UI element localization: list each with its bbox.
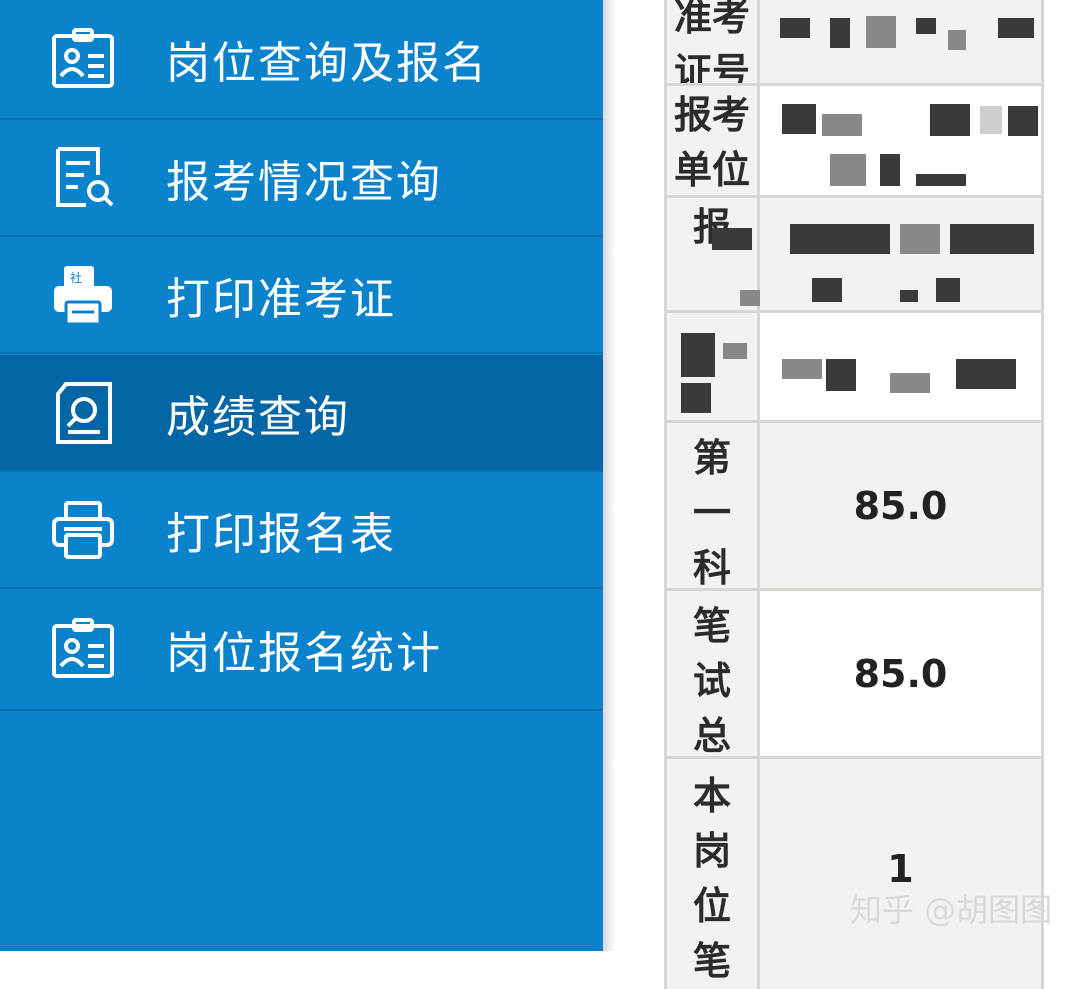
- row-value-redacted: [760, 86, 1044, 195]
- row-label: 第一科目成绩: [664, 423, 760, 588]
- id-badge-icon: [52, 618, 114, 678]
- sidebar-item-position-statistics[interactable]: 岗位报名统计: [0, 589, 603, 711]
- row-value: 85.0: [760, 423, 1044, 588]
- sidebar-item-print-application-form[interactable]: 打印报名表: [0, 472, 603, 589]
- table-row: 第一科目成绩 85.0: [664, 423, 1044, 591]
- table-row: 报: [664, 198, 1044, 313]
- table-row: 笔试总成绩 85.0: [664, 591, 1044, 759]
- sidebar-item-application-status[interactable]: 报考情况查询: [0, 120, 603, 237]
- sidebar-item-label: 岗位查询及报名: [166, 38, 488, 89]
- score-document-icon: [56, 381, 112, 444]
- row-value: 1: [760, 759, 1044, 989]
- sidebar-item-label: 成绩查询: [166, 391, 350, 443]
- sidebar-item-print-admission-ticket[interactable]: 社 打印准考证: [0, 237, 603, 354]
- sidebar: 岗位查询及报名 报考情况查询 社 打印准考证 成绩查询 打印报名表 岗位报名统计: [0, 0, 603, 951]
- table-row: 报考单位: [664, 86, 1044, 198]
- row-label: [664, 313, 760, 420]
- row-label: 本岗位笔试名次: [664, 759, 760, 989]
- row-value-redacted: [760, 313, 1044, 420]
- sidebar-item-position-query[interactable]: 岗位查询及报名: [0, 0, 603, 120]
- row-label: 报考单位: [664, 86, 760, 195]
- printer-icon: [52, 500, 114, 559]
- row-value-redacted: [712, 198, 1044, 310]
- score-table: 准考证号 报考单位 报 第一科 85.0 笔试总 85.0 本岗位笔 1: [664, 0, 1044, 989]
- sidebar-item-label: 报考情况查询: [166, 156, 442, 208]
- sidebar-item-label: 打印准考证: [166, 273, 396, 325]
- sidebar-item-label: 打印报名表: [166, 508, 396, 560]
- id-badge-icon: [52, 28, 114, 88]
- sidebar-item-label: 岗位报名统计: [166, 628, 442, 679]
- printer-ticket-icon: 社: [54, 265, 112, 325]
- row-value-redacted: [760, 0, 1044, 83]
- table-row: 准考证号: [664, 0, 1044, 86]
- svg-text:社: 社: [70, 270, 82, 285]
- sidebar-item-score-query[interactable]: 成绩查询: [0, 355, 603, 472]
- row-value: 85.0: [760, 591, 1044, 756]
- row-label: 笔试总成绩: [664, 591, 760, 756]
- table-row: 本岗位笔试名次 1: [664, 759, 1044, 989]
- row-label: 准考证号: [664, 0, 760, 83]
- watermark: 知乎 @胡图图: [850, 891, 1053, 929]
- document-search-icon: [56, 146, 114, 207]
- sidebar-shadow: [603, 0, 615, 951]
- table-row: [664, 313, 1044, 423]
